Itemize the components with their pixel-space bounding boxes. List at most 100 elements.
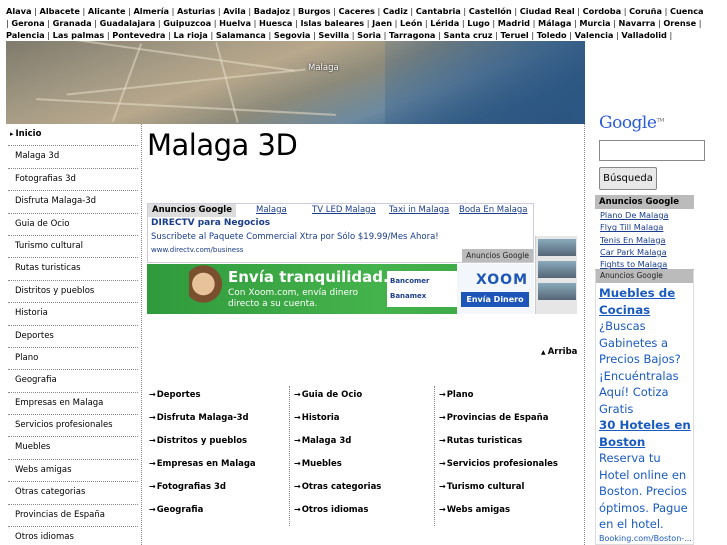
province-link[interactable]: Salamanca: [216, 30, 266, 40]
sidebar-item-malaga-3d[interactable]: Malaga 3d: [8, 146, 138, 169]
sidebar-item-deportes[interactable]: Deportes: [8, 326, 138, 348]
province-link[interactable]: Teruel: [500, 30, 528, 40]
ad-choices-tag[interactable]: Anuncios Google: [462, 249, 533, 262]
bottom-link[interactable]: Webs amigas: [439, 501, 579, 524]
province-link[interactable]: Almería: [133, 6, 169, 16]
bottom-link[interactable]: Otros idiomas: [294, 501, 434, 524]
province-link[interactable]: Orense: [663, 18, 696, 28]
ad-link[interactable]: Boda En Malaga: [459, 204, 528, 217]
bottom-link[interactable]: Fotografias 3d: [149, 478, 289, 501]
province-link[interactable]: Soria: [357, 30, 381, 40]
province-link[interactable]: Huelva: [219, 18, 251, 28]
province-link[interactable]: Albacete: [40, 6, 80, 16]
sidebar-item-otras-categorias[interactable]: Otras categorias: [8, 482, 138, 505]
sidebar-item-servicios-profesionales[interactable]: Servicios profesionales: [8, 415, 138, 438]
bottom-link[interactable]: Plano: [439, 386, 579, 409]
province-link[interactable]: La rioja: [173, 30, 207, 40]
bottom-link[interactable]: Malaga 3d: [294, 432, 434, 455]
sidebar-item-rutas-turisticas[interactable]: Rutas turisticas: [8, 258, 138, 281]
province-link[interactable]: Sevilla: [318, 30, 349, 40]
sidebar-item-muebles[interactable]: Muebles: [8, 437, 138, 460]
sidebar-item-plano[interactable]: Plano: [8, 348, 138, 371]
right-ad-link[interactable]: Car Park Malaga: [595, 246, 694, 258]
province-link[interactable]: Navarra: [619, 18, 656, 28]
bottom-link[interactable]: Turismo cultural: [439, 478, 579, 501]
sidebar-item-disfruta-malaga-3d[interactable]: Disfruta Malaga-3d: [8, 191, 138, 214]
province-link[interactable]: Santa cruz: [443, 30, 492, 40]
xoom-banner-ad[interactable]: Envía tranquilidad. Con Xoom.com, envía …: [147, 264, 534, 314]
province-link[interactable]: Málaga: [538, 18, 571, 28]
province-link[interactable]: Tarragona: [389, 30, 436, 40]
text-ad-headline[interactable]: Muebles de Cocinas: [599, 285, 693, 318]
google-ad-box[interactable]: Anuncios Google Malaga TV LED Malaga Tax…: [147, 203, 534, 263]
ad-link[interactable]: Taxi in Malaga: [389, 204, 449, 217]
province-link[interactable]: Cordoba: [583, 6, 622, 16]
google-search-input[interactable]: [599, 140, 705, 161]
province-link[interactable]: Ciudad Real: [520, 6, 575, 16]
province-link[interactable]: León: [400, 18, 422, 28]
sidebar-item-guia-de-ocio[interactable]: Guia de Ocio: [8, 214, 138, 236]
ad-link[interactable]: TV LED Malaga: [312, 204, 376, 217]
sidebar-item-fotografias-3d[interactable]: Fotografias 3d: [8, 169, 138, 192]
province-link[interactable]: Guadalajara: [100, 18, 156, 28]
thumbnail-image[interactable]: [538, 239, 576, 256]
sidebar-item-provincias-de-españa[interactable]: Provincias de España: [8, 505, 138, 528]
province-link[interactable]: Lugo: [467, 18, 490, 28]
xoom-send-button[interactable]: Envía Dinero: [461, 292, 529, 307]
bottom-link[interactable]: Empresas en Malaga: [149, 455, 289, 478]
province-link[interactable]: Islas baleares: [300, 18, 364, 28]
province-link[interactable]: Madrid: [498, 18, 530, 28]
right-ad-link[interactable]: Flyg Till Malaga: [595, 221, 694, 233]
province-link[interactable]: Pontevedra: [112, 30, 165, 40]
bottom-link[interactable]: Rutas turisticas: [439, 432, 579, 455]
bottom-link[interactable]: Disfruta Malaga-3d: [149, 409, 289, 432]
province-link[interactable]: Toledo: [537, 30, 567, 40]
back-to-top-link[interactable]: ▲ Arriba: [541, 347, 577, 357]
province-link[interactable]: Cuenca: [670, 6, 704, 16]
bottom-link[interactable]: Servicios profesionales: [439, 455, 579, 478]
province-link[interactable]: Asturias: [177, 6, 215, 16]
ad-url[interactable]: www.directv.com/business: [151, 246, 243, 254]
bottom-link[interactable]: Geografia: [149, 501, 289, 524]
ad-headline[interactable]: DIRECTV para Negocios: [151, 218, 270, 228]
sidebar-item-otros-idiomas[interactable]: Otros idiomas: [8, 527, 138, 545]
thumbnail-image[interactable]: [538, 283, 576, 300]
right-ad-link[interactable]: Tenis En Malaga: [595, 234, 694, 246]
province-link[interactable]: Badajoz: [254, 6, 290, 16]
province-link[interactable]: Cadiz: [383, 6, 408, 16]
sidebar-item-historia[interactable]: Historia: [8, 303, 138, 326]
province-link[interactable]: Granada: [53, 18, 92, 28]
province-link[interactable]: Alicante: [88, 6, 126, 16]
text-ad-url[interactable]: Booking.com/Boston-...: [599, 533, 693, 545]
province-link[interactable]: Jaen: [372, 18, 392, 28]
text-ad-headline[interactable]: 30 Hoteles en Boston: [599, 417, 693, 450]
ad-link[interactable]: Malaga: [256, 204, 287, 217]
sidebar-item-inicio[interactable]: Inicio: [8, 124, 138, 147]
province-link[interactable]: Guipuzcoa: [163, 18, 211, 28]
province-link[interactable]: Murcia: [579, 18, 610, 28]
sidebar-item-distritos-y-pueblos[interactable]: Distritos y pueblos: [8, 281, 138, 304]
province-link[interactable]: Lérida: [430, 18, 459, 28]
bottom-link[interactable]: Guia de Ocio: [294, 386, 434, 409]
sidebar-item-empresas-en-malaga[interactable]: Empresas en Malaga: [8, 393, 138, 416]
province-link[interactable]: Coruña: [629, 6, 662, 16]
province-link[interactable]: Burgos: [298, 6, 330, 16]
right-ad-link[interactable]: Plano De Malaga: [595, 209, 694, 221]
province-link[interactable]: Las palmas: [53, 30, 105, 40]
province-link[interactable]: Segovia: [274, 30, 311, 40]
bottom-link[interactable]: Otras categorias: [294, 478, 434, 501]
province-link[interactable]: Alava: [6, 6, 32, 16]
sidebar-item-turismo-cultural[interactable]: Turismo cultural: [8, 236, 138, 259]
bottom-link[interactable]: Deportes: [149, 386, 289, 409]
province-link[interactable]: Gerona: [11, 18, 44, 28]
thumbnail-image[interactable]: [538, 261, 576, 278]
province-link[interactable]: Palencia: [6, 30, 45, 40]
google-search-button[interactable]: Búsqueda: [599, 167, 657, 190]
bottom-link[interactable]: Historia: [294, 409, 434, 432]
sidebar-item-webs-amigas[interactable]: Webs amigas: [8, 460, 138, 483]
province-link[interactable]: Caceres: [338, 6, 374, 16]
bottom-link[interactable]: Muebles: [294, 455, 434, 478]
sidebar-item-geografia[interactable]: Geografia: [8, 370, 138, 393]
province-link[interactable]: Avila: [223, 6, 246, 16]
province-link[interactable]: Cantabria: [416, 6, 461, 16]
